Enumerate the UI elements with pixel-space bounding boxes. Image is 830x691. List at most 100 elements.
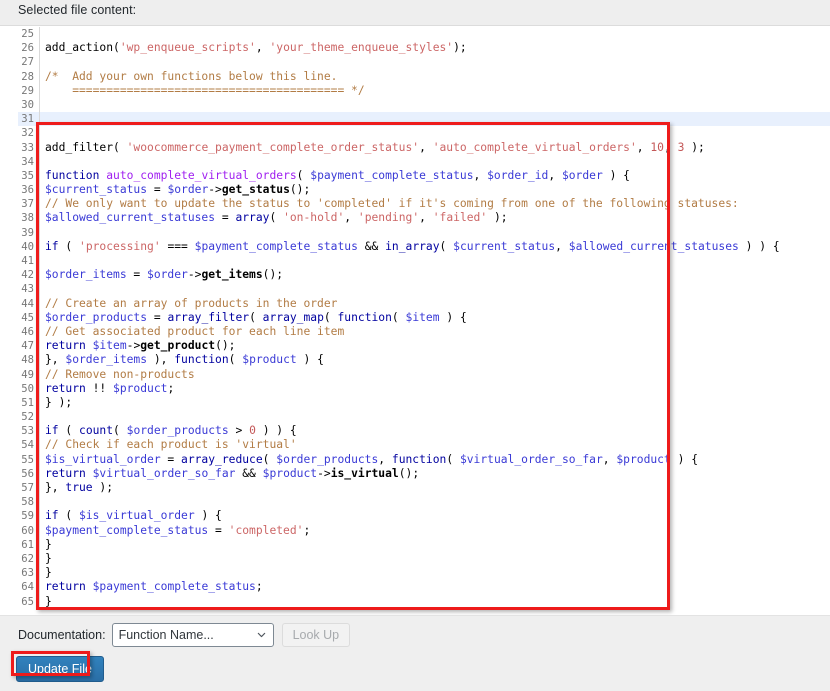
code-line-text: if ( count( $order_products > 0 ) ) { (45, 424, 297, 438)
code-line[interactable]: 29 =====================================… (18, 83, 830, 98)
code-line[interactable]: 30 (18, 97, 830, 113)
code-line-text: // We only want to update the status to … (45, 197, 739, 211)
code-line[interactable]: 45 $order_products = array_filter( array_… (18, 310, 830, 325)
code-line[interactable]: 43 (18, 282, 830, 297)
code-lines[interactable]: 25 26 add_action('wp_enqueue_scripts', 'y… (18, 27, 830, 609)
look-up-button[interactable]: Look Up (281, 623, 351, 647)
code-line-text: // Create an array of products in the or… (45, 296, 338, 310)
documentation-select[interactable]: Function Name... (111, 623, 274, 647)
line-number: 50 (18, 381, 39, 396)
code-line-text: } (45, 537, 52, 551)
code-line-text: // Remove non-products (45, 367, 195, 381)
line-number: 30 (18, 97, 39, 113)
update-file-button[interactable]: Update File (16, 656, 104, 682)
line-number: 36 (18, 183, 39, 198)
documentation-label: Documentation: (18, 628, 106, 642)
code-line[interactable]: 48 }, $order_items ), function( $product … (18, 353, 830, 368)
code-line[interactable]: 51} ); (18, 395, 830, 411)
line-number: 51 (18, 395, 39, 411)
code-line-text: } (45, 551, 52, 565)
code-line-text (40, 495, 830, 509)
line-number: 55 (18, 452, 39, 467)
code-line[interactable]: 40 if ( 'processing' === $payment_complet… (18, 239, 830, 254)
code-line-text: // Check if each product is 'virtual' (45, 438, 297, 452)
code-line[interactable]: 54 // Check if each product is 'virtual' (18, 438, 830, 453)
line-number: 33 (18, 140, 39, 155)
code-line-text: ========================================… (45, 83, 365, 97)
code-line[interactable]: 57 }, true ); (18, 481, 830, 496)
code-line-text: function auto_complete_virtual_orders( $… (45, 168, 630, 182)
code-line[interactable]: 38 $allowed_current_statuses = array( 'on… (18, 211, 830, 226)
line-number: 31 (18, 112, 39, 127)
code-line-text: $payment_complete_status = 'completed'; (45, 523, 311, 537)
code-line-text: if ( 'processing' === $payment_complete_… (45, 239, 780, 253)
code-line-text (40, 155, 830, 169)
code-line-text: $allowed_current_statuses = array( 'on-h… (45, 211, 508, 225)
documentation-row: Documentation: Function Name... Look Up (18, 623, 351, 647)
code-line[interactable]: 58 (18, 495, 830, 510)
code-line[interactable]: 55 $is_virtual_order = array_reduce( $ord… (18, 452, 830, 467)
code-line-text: }, $order_items ), function( $product ) … (45, 353, 324, 367)
code-line[interactable]: 47 return $item->get_product(); (18, 339, 830, 354)
code-line-text: return $virtual_order_so_far && $product… (45, 466, 420, 480)
code-line[interactable]: 26 add_action('wp_enqueue_scripts', 'your… (18, 41, 830, 56)
code-line-text (40, 98, 830, 112)
code-line[interactable]: 65} (18, 594, 830, 609)
code-line[interactable]: 25 (18, 27, 830, 42)
line-number: 44 (18, 296, 39, 311)
code-line[interactable]: 44 // Create an array of products in the … (18, 296, 830, 311)
code-line[interactable]: 64 return $payment_complete_status; (18, 580, 830, 595)
code-line[interactable]: 35 function auto_complete_virtual_orders(… (18, 168, 830, 184)
code-line-text (40, 254, 830, 268)
line-number: 48 (18, 353, 39, 368)
code-line[interactable]: 31 (18, 112, 830, 127)
line-number: 32 (18, 126, 39, 141)
line-number: 45 (18, 310, 39, 325)
code-line[interactable]: 49 // Remove non-products (18, 367, 830, 382)
line-number: 38 (18, 211, 39, 226)
code-line-text (40, 126, 830, 140)
code-line-text (40, 226, 830, 240)
line-number: 52 (18, 410, 39, 425)
line-number: 34 (18, 154, 39, 169)
code-line[interactable]: 32 (18, 126, 830, 141)
line-number: 49 (18, 367, 39, 382)
code-line[interactable]: 41 (18, 254, 830, 269)
code-line[interactable]: 56 return $virtual_order_so_far && $produ… (18, 466, 830, 481)
code-line[interactable]: 60 $payment_complete_status = 'completed'… (18, 523, 830, 538)
code-line[interactable]: 46 // Get associated product for each lin… (18, 324, 830, 340)
line-number: 26 (18, 41, 39, 56)
code-line-text: } (45, 594, 52, 608)
code-line[interactable]: 50 return !! $product; (18, 381, 830, 396)
code-line-text (40, 112, 830, 126)
code-line[interactable]: 33 add_filter( 'woocommerce_payment_compl… (18, 140, 830, 155)
file-editor[interactable]: 25 26 add_action('wp_enqueue_scripts', 'y… (0, 27, 830, 615)
code-line-text: $is_virtual_order = array_reduce( $order… (45, 452, 699, 466)
code-line[interactable]: 61} (18, 537, 830, 552)
chevron-down-icon (257, 632, 265, 638)
code-line[interactable]: 37 // We only want to update the status t… (18, 197, 830, 212)
line-number: 42 (18, 268, 39, 283)
code-line[interactable]: 59 if ( $is_virtual_order ) { (18, 509, 830, 524)
code-line[interactable]: 34 (18, 154, 830, 169)
code-line[interactable]: 39 (18, 225, 830, 240)
line-number: 59 (18, 509, 39, 524)
code-editor-page: Selected file content: 25 26 add_action('… (0, 0, 830, 691)
code-line-text: return !! $product; (45, 381, 175, 395)
code-line-text: }, true ); (45, 481, 114, 494)
code-line[interactable]: 27 (18, 55, 830, 70)
code-line-text: // Get associated product for each line … (45, 324, 345, 338)
code-line[interactable]: 63} (18, 566, 830, 581)
code-line[interactable]: 42 $order_items = $order->get_items(); (18, 268, 830, 283)
line-number: 57 (18, 481, 39, 496)
code-line[interactable]: 53 if ( count( $order_products > 0 ) ) { (18, 424, 830, 439)
code-line-text: $order_products = array_filter( array_ma… (45, 310, 467, 324)
line-number: 62 (18, 551, 39, 567)
code-line[interactable]: 52 (18, 410, 830, 425)
line-number: 47 (18, 339, 39, 354)
code-line[interactable]: 36 $current_status = $order->get_status()… (18, 183, 830, 198)
code-line[interactable]: 62} (18, 551, 830, 567)
code-line-text: $order_items = $order->get_items(); (45, 268, 284, 282)
code-line[interactable]: 28 /* Add your own functions below this l… (18, 69, 830, 84)
line-number: 37 (18, 197, 39, 212)
